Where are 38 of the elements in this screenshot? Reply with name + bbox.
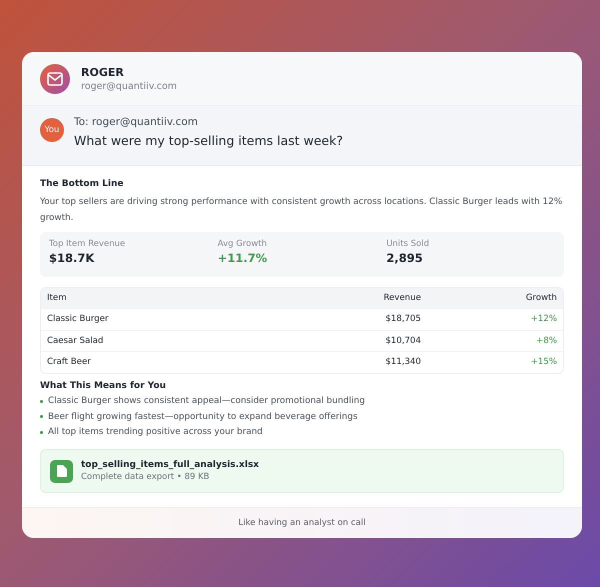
insight-text: All top items trending positive across your brand xyxy=(48,427,263,438)
table-cell-text: $18,705 xyxy=(384,314,421,324)
table-cell-text: Classic Burger xyxy=(47,314,110,324)
metric-label: Units Sold xyxy=(386,239,430,249)
sender-email: roger@quantiiv.com xyxy=(81,80,177,92)
column-header: Revenue xyxy=(382,293,421,303)
column-header: Item xyxy=(47,293,68,303)
file-name: top_selling_items_full_analysis.xlsx xyxy=(81,460,259,470)
section-heading: The Bottom Line xyxy=(40,179,124,189)
file-icon xyxy=(50,460,73,482)
attachment-card[interactable]: top_selling_items_full_analysis.xlsx Complete data export • 89 KB xyxy=(40,449,564,493)
column-header: Growth xyxy=(524,293,557,303)
table-cell-text: +8% xyxy=(535,336,557,346)
sender-name: ROGER xyxy=(81,66,125,78)
metric-label: Avg Growth xyxy=(218,239,268,249)
metric-label: Top Item Revenue xyxy=(49,239,126,249)
bullet-icon xyxy=(40,400,43,403)
insight-text: Beer flight growing fastest—opportunity to expand beverage offerings xyxy=(48,412,358,422)
table-cell-text: $10,704 xyxy=(384,336,421,346)
metric-value: 2,895 xyxy=(386,251,424,265)
table-cell-text: $11,340 xyxy=(384,357,421,368)
metric-value: +11.7% xyxy=(218,251,268,265)
mail-avatar-icon xyxy=(40,64,70,94)
metric-value: $18.7K xyxy=(49,251,96,265)
table-cell-text: +12% xyxy=(530,314,557,324)
bullet-icon xyxy=(40,430,43,434)
summary-text: Your top sellers are driving strong performance with consistent growth across locations. Classic Burger leads with 12% growth. xyxy=(40,196,564,225)
section-heading: What This Means for You xyxy=(40,380,167,390)
bullet-icon xyxy=(40,415,43,418)
table-cell-text: Caesar Salad xyxy=(47,336,104,346)
user-avatar: You xyxy=(40,118,64,142)
insight-text: Classic Burger shows consistent appeal—consider promotional bundling xyxy=(48,396,365,406)
recipient-line: To: roger@quantiiv.com xyxy=(74,116,199,128)
table-cell-text: +15% xyxy=(530,357,557,368)
question-text: What were my top-selling items last week? xyxy=(74,133,343,148)
table-cell-text: Craft Beer xyxy=(47,357,92,368)
footer-text: Like having an analyst on call xyxy=(238,518,366,528)
file-meta: Complete data export • 89 KB xyxy=(81,472,210,482)
